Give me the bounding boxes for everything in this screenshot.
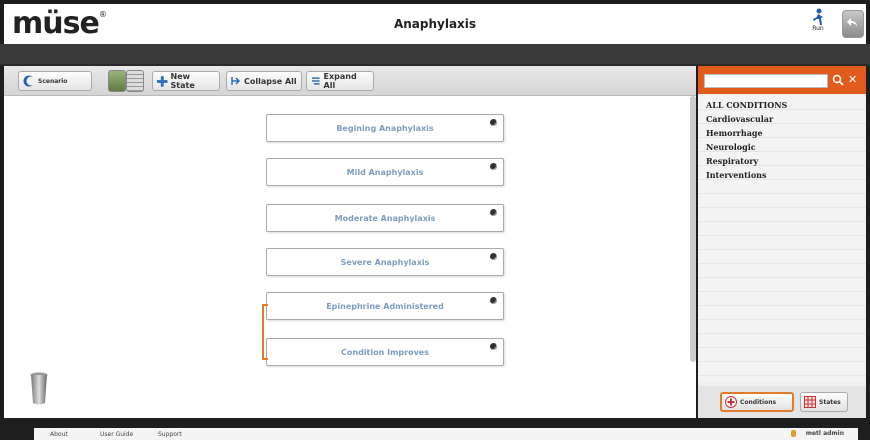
back-button[interactable] — [842, 10, 864, 38]
canvas-scrollbar[interactable] — [690, 96, 696, 362]
state-label: Severe Anaphylaxis — [340, 257, 430, 267]
conditions-panel: ✕ ALL CONDITIONS Cardiovascular Hemorrha… — [698, 66, 866, 418]
state-label: Mild Anaphylaxis — [346, 167, 424, 177]
page-title: Anaphylaxis — [393, 17, 477, 31]
panel-tabs: Conditions States — [698, 386, 866, 418]
new-state-label: New State — [170, 72, 195, 90]
condition-item[interactable]: Hemorrhage — [706, 128, 763, 138]
expand-all-button[interactable]: Expand All — [306, 71, 374, 91]
collapse-all-label: Collapse All — [244, 76, 297, 86]
medical-cross-icon — [725, 396, 737, 408]
tab-states-label: States — [819, 398, 841, 406]
state-menu-icon[interactable] — [490, 119, 497, 126]
clear-search-icon[interactable]: ✕ — [848, 73, 857, 86]
state-menu-icon[interactable] — [490, 253, 497, 260]
user-icon — [791, 430, 796, 437]
scenario-label: Scenario — [38, 77, 68, 85]
state-node[interactable]: Epinephrine Administered — [266, 292, 504, 320]
state-node[interactable]: Condition Improves — [266, 338, 504, 366]
expand-icon — [311, 77, 320, 85]
search-icon[interactable] — [832, 74, 844, 86]
state-label: Moderate Anaphylaxis — [334, 213, 436, 223]
collapse-icon — [231, 77, 241, 85]
state-menu-icon[interactable] — [490, 209, 497, 216]
condition-item[interactable]: Neurologic — [706, 142, 756, 152]
scenario-button[interactable]: Scenario — [18, 71, 92, 91]
state-menu-icon[interactable] — [490, 343, 497, 350]
collapse-all-button[interactable]: Collapse All — [226, 71, 302, 91]
state-node[interactable]: Begining Anaphylaxis — [266, 114, 504, 142]
tab-states[interactable]: States — [800, 392, 848, 412]
condition-item[interactable]: ALL CONDITIONS — [706, 100, 787, 110]
state-node[interactable]: Severe Anaphylaxis — [266, 248, 504, 276]
tab-conditions-label: Conditions — [740, 398, 777, 406]
new-state-button[interactable]: New State — [152, 71, 220, 91]
running-person-icon — [813, 8, 823, 25]
condition-item[interactable]: Respiratory — [706, 156, 758, 166]
state-label: Epinephrine Administered — [326, 301, 444, 311]
run-label: Run — [812, 25, 824, 32]
map-view-icon[interactable] — [108, 70, 126, 92]
condition-item[interactable]: Interventions — [706, 170, 767, 180]
state-label: Begining Anaphylaxis — [336, 123, 434, 133]
state-canvas: Begining Anaphylaxis Mild Anaphylaxis Mo… — [4, 96, 696, 418]
back-arrow-icon — [847, 18, 857, 27]
grid-icon — [804, 396, 816, 408]
app-window: müse® Anaphylaxis Run Scenario New State… — [0, 0, 870, 440]
expand-all-label: Expand All — [323, 72, 357, 90]
footer-support-link[interactable]: Support — [158, 431, 182, 438]
state-menu-icon[interactable] — [490, 297, 497, 304]
state-link-connector — [262, 304, 268, 360]
conditions-list: ALL CONDITIONS Cardiovascular Hemorrhage… — [698, 96, 866, 382]
current-user[interactable]: metl admin — [806, 430, 844, 437]
run-button[interactable]: Run — [804, 8, 832, 40]
moon-icon — [23, 75, 35, 87]
state-node[interactable]: Moderate Anaphylaxis — [266, 204, 504, 232]
plus-icon — [157, 75, 168, 87]
state-label: Condition Improves — [341, 347, 429, 357]
top-header: müse® Anaphylaxis Run — [4, 4, 866, 44]
header-strip — [0, 44, 870, 66]
state-node[interactable]: Mild Anaphylaxis — [266, 158, 504, 186]
footer-user-guide-link[interactable]: User Guide — [100, 431, 133, 438]
list-view-icon[interactable] — [126, 70, 144, 92]
trash-icon[interactable] — [30, 372, 48, 406]
search-bar: ✕ — [698, 66, 866, 94]
footer-about-link[interactable]: About — [50, 431, 68, 438]
toolbar: Scenario New State Collapse All Expand A… — [4, 66, 696, 96]
search-input[interactable] — [704, 74, 828, 88]
tab-conditions[interactable]: Conditions — [720, 392, 794, 412]
condition-item[interactable]: Cardiovascular — [706, 114, 773, 124]
footer: About User Guide Support metl admin — [34, 428, 858, 440]
state-menu-icon[interactable] — [490, 163, 497, 170]
